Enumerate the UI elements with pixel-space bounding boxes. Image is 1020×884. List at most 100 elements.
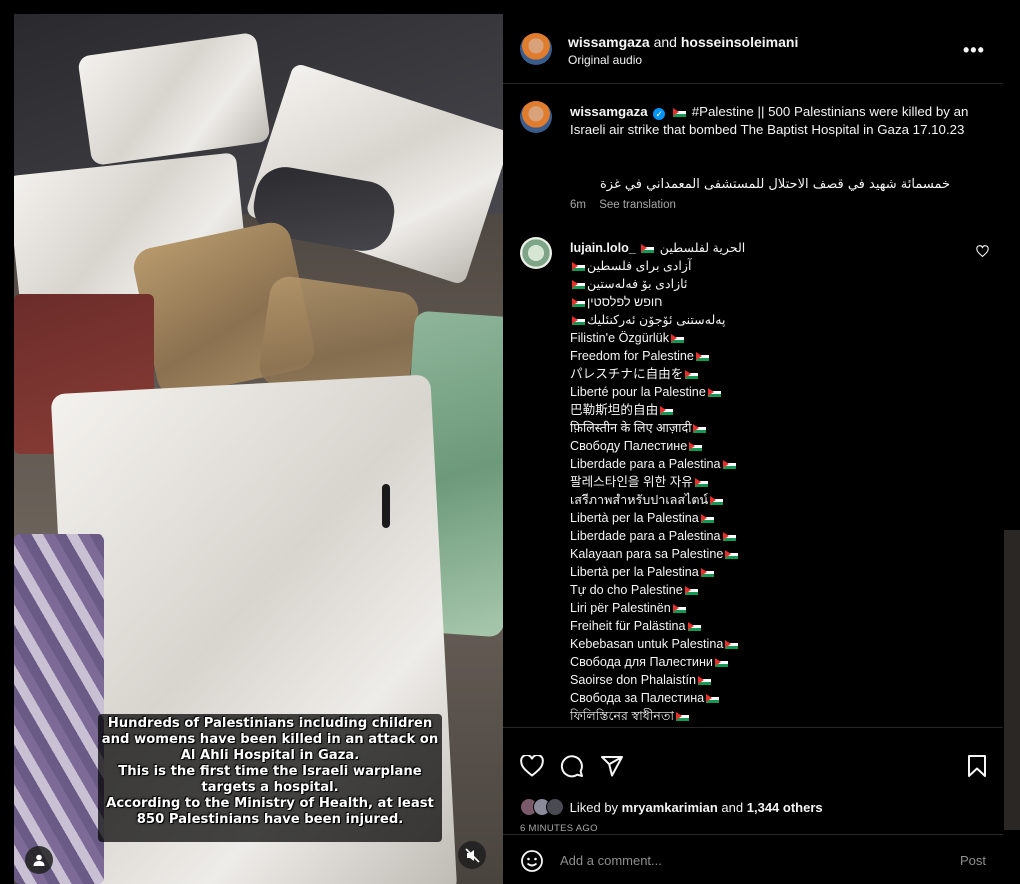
add-comment-input[interactable]: Add a comment... bbox=[560, 853, 662, 868]
comment-line: Freedom for Palestine bbox=[570, 347, 950, 365]
palestine-flag-icon bbox=[689, 442, 703, 451]
palestine-flag-icon bbox=[707, 388, 721, 397]
palestine-flag-icon bbox=[572, 280, 585, 289]
comment-line: Liri për Palestinën bbox=[570, 599, 950, 617]
comment-first-line: lujain.lolo_ الحرية لفلسطين bbox=[570, 239, 950, 257]
caption-line: According to the Ministry of Health, at … bbox=[106, 796, 434, 811]
palestine-flag-icon bbox=[693, 424, 707, 433]
comment-line: Tự do cho Palestine bbox=[570, 581, 950, 599]
comment-line: Свобода за Палестина bbox=[570, 689, 950, 707]
comment-line: Freiheit für Palästina bbox=[570, 617, 950, 635]
palestine-flag-icon bbox=[671, 334, 684, 343]
comment-line: חופש לפלסטין bbox=[570, 293, 950, 311]
palestine-flag-icon bbox=[722, 460, 736, 469]
caption-arabic: خمسمائة شهيد في قصف الاحتلال للمستشفى ال… bbox=[600, 177, 950, 192]
comment: lujain.lolo_ الحرية لفلسطين آزادی برای ف… bbox=[570, 239, 950, 725]
audio-link[interactable]: Original audio bbox=[568, 53, 642, 67]
caption-line: Al Ahli Hospital in Gaza. bbox=[180, 748, 360, 763]
comment-line: ئازادی بۆ فەلەستین bbox=[570, 275, 950, 293]
header-joiner: and bbox=[653, 34, 677, 50]
more-options-icon[interactable]: ••• bbox=[963, 40, 985, 61]
caption-line: Hundreds of Palestinians including child… bbox=[107, 716, 433, 731]
post-details-panel: wissamgaza and hosseinsoleimani Original… bbox=[503, 14, 1003, 884]
emoji-icon[interactable] bbox=[520, 849, 544, 873]
media-purple-cloth bbox=[14, 534, 104, 884]
palestine-flag-icon bbox=[714, 658, 728, 667]
comment-line: Liberdade para a Palestina bbox=[570, 455, 950, 473]
palestine-flag-icon bbox=[641, 244, 655, 253]
palestine-flag-icon bbox=[695, 352, 709, 361]
caption-username[interactable]: wissamgaza bbox=[570, 104, 648, 119]
liked-by-prefix: Liked by bbox=[569, 800, 619, 815]
palestine-flag-icon bbox=[676, 712, 690, 721]
comment-line: เสรีภาพสำหรับปาเลสไตน์ bbox=[570, 491, 950, 509]
comment-line: 巴勒斯坦的自由 bbox=[570, 401, 950, 419]
verified-badge-icon: ✓ bbox=[653, 108, 666, 120]
caption-line: 850 Palestinians have been injured. bbox=[136, 812, 404, 827]
palestine-flag-icon bbox=[685, 370, 699, 379]
comment-first-text: الحرية لفلسطين bbox=[659, 241, 746, 255]
comment-line: Liberdade para a Palestina bbox=[570, 527, 950, 545]
palestine-flag-icon bbox=[572, 298, 585, 307]
comment-line: Kalayaan para sa Palestine bbox=[570, 545, 950, 563]
liked-by-user[interactable]: mryamkarimian bbox=[622, 800, 718, 815]
post-time-ago[interactable]: 6 MINUTES AGO bbox=[520, 823, 598, 834]
caption-line: and womens have been killed in an attack… bbox=[101, 732, 439, 747]
tagged-users-button[interactable] bbox=[25, 846, 53, 874]
comment-icon[interactable] bbox=[560, 754, 584, 778]
post-comment-button[interactable]: Post bbox=[960, 853, 986, 868]
comment-line: Libertà per la Palestina bbox=[570, 563, 950, 581]
comment-line: Свободу Палестине bbox=[570, 437, 950, 455]
palestine-flag-icon bbox=[700, 514, 714, 523]
share-icon[interactable] bbox=[600, 754, 624, 778]
caption-author-avatar[interactable] bbox=[520, 101, 552, 133]
bookmark-icon[interactable] bbox=[967, 754, 987, 778]
mute-button[interactable] bbox=[458, 841, 486, 869]
media-bag-handle bbox=[382, 484, 390, 528]
author-username[interactable]: wissamgaza bbox=[568, 34, 650, 50]
add-comment-bar: Add a comment... Post bbox=[503, 834, 1003, 884]
palestine-flag-icon bbox=[700, 568, 714, 577]
caption-line: targets a hospital. bbox=[201, 780, 339, 795]
post-media[interactable]: Hundreds of Palestinians including child… bbox=[14, 14, 503, 884]
user-tag-icon bbox=[33, 854, 45, 866]
palestine-flag-icon bbox=[722, 532, 736, 541]
comment-like-heart-icon[interactable] bbox=[976, 245, 989, 257]
heart-icon[interactable] bbox=[520, 755, 544, 777]
comment-line: Свобода для Палестини bbox=[570, 653, 950, 671]
header-names: wissamgaza and hosseinsoleimani bbox=[568, 34, 798, 50]
palestine-flag-icon bbox=[572, 262, 585, 271]
comment-username[interactable]: lujain.lolo_ bbox=[570, 241, 636, 255]
comment-line: Saoirse don Phalaistín bbox=[570, 671, 950, 689]
mute-icon bbox=[464, 847, 480, 863]
palestine-flag-icon bbox=[725, 640, 739, 649]
comment-line: パレスチナに自由を bbox=[570, 365, 950, 383]
palestine-flag-icon bbox=[710, 496, 724, 505]
comment-line: Liberté pour la Palestine bbox=[570, 383, 950, 401]
post-header: wissamgaza and hosseinsoleimani Original… bbox=[503, 14, 1003, 84]
palestine-flag-icon bbox=[684, 586, 698, 595]
palestine-flag-icon bbox=[660, 406, 674, 415]
comment-line: ফিলিস্তিনের স্বাধীনতা bbox=[570, 707, 950, 725]
caption-meta: 6m See translation bbox=[570, 199, 686, 211]
liked-by-others[interactable]: 1,344 others bbox=[747, 800, 823, 815]
see-translation-link[interactable]: See translation bbox=[599, 199, 676, 211]
caption-time: 6m bbox=[570, 199, 586, 211]
liked-by-joiner: and bbox=[721, 800, 744, 815]
comment-line: 팔레스타인을 위한 자유 bbox=[570, 473, 950, 491]
comment-line: پەلەستنی ئۆجۆن ئەرکنئلیك bbox=[570, 311, 950, 329]
video-caption: Hundreds of Palestinians including child… bbox=[100, 716, 440, 828]
caption-line: This is the first time the Israeli warpl… bbox=[118, 764, 422, 779]
post-actions: Liked by mryamkarimian and 1,344 others … bbox=[503, 727, 1003, 834]
collaborator-username[interactable]: hosseinsoleimani bbox=[681, 34, 798, 50]
palestine-flag-icon bbox=[687, 622, 701, 631]
comments-scroll[interactable]: wissamgaza ✓ #Palestine || 500 Palestini… bbox=[503, 85, 1003, 727]
commenter-avatar[interactable] bbox=[520, 237, 552, 269]
palestine-flag-icon bbox=[698, 676, 712, 685]
background-post-edge bbox=[1004, 530, 1020, 830]
palestine-flag-icon bbox=[673, 108, 687, 117]
palestine-flag-icon bbox=[672, 604, 686, 613]
comment-line: Kebebasan untuk Palestina bbox=[570, 635, 950, 653]
avatar bbox=[546, 798, 564, 816]
author-avatar[interactable] bbox=[520, 33, 552, 65]
